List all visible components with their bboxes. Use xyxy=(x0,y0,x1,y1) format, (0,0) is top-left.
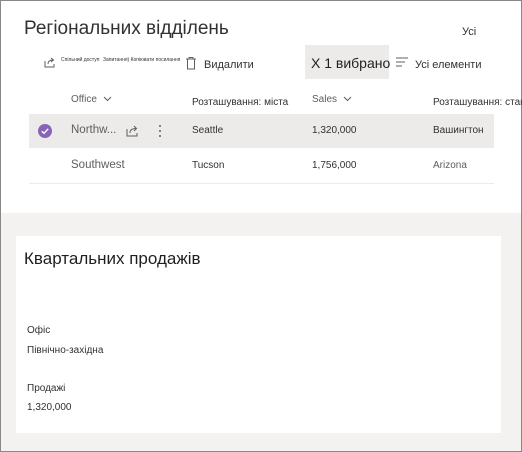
column-header-state[interactable]: Розташування: стан xyxy=(433,97,522,108)
copy-link-button[interactable]: Запитання) Копіювати посилання xyxy=(103,57,180,63)
delete-button[interactable]: Видалити xyxy=(204,59,254,71)
checkmark-circle-icon[interactable] xyxy=(38,124,52,138)
selected-count[interactable]: X 1 вибрано xyxy=(311,55,390,71)
city-cell: Seattle xyxy=(192,125,224,136)
state-cell: Вашингтон xyxy=(433,125,484,136)
list-title[interactable]: Регіональних відділень xyxy=(24,18,229,40)
column-header-sales[interactable]: Sales xyxy=(312,94,352,105)
column-header-office[interactable]: Office xyxy=(71,94,112,105)
trash-icon[interactable] xyxy=(185,56,197,70)
sales-field-value: 1,320,000 xyxy=(27,402,72,413)
table-row[interactable]: Northw... Seattle 1,320,000 Вашингтон xyxy=(29,114,494,148)
table-row[interactable]: Southwest Tucson 1,756,000 Arizona xyxy=(29,149,494,183)
share-icon[interactable] xyxy=(43,56,56,69)
share-icon[interactable] xyxy=(125,124,139,137)
chevron-down-icon xyxy=(103,97,112,102)
command-bar: Спільний доступ Запитання) Копіювати пос… xyxy=(0,45,520,85)
city-cell: Tucson xyxy=(192,160,225,171)
office-cell[interactable]: Northw... xyxy=(71,124,116,136)
column-header-label: Sales xyxy=(312,94,338,105)
office-field-label: Офіс xyxy=(27,325,51,336)
column-header-label: Office xyxy=(71,94,97,105)
column-header-label: Розташування: стан xyxy=(433,97,522,108)
chevron-down-icon xyxy=(343,97,352,102)
office-field-value: Північно-західна xyxy=(27,345,104,356)
view-selector[interactable]: Усі xyxy=(462,26,476,38)
more-options-icon[interactable] xyxy=(158,124,162,138)
form-title: Квартальних продажів xyxy=(24,249,201,268)
row-divider xyxy=(29,183,494,184)
column-header-city[interactable]: Розташування: міста xyxy=(192,97,288,108)
state-cell: Arizona xyxy=(433,160,467,171)
column-header-label: Розташування: міста xyxy=(192,97,289,108)
office-cell[interactable]: Southwest xyxy=(71,159,125,171)
view-options-icon[interactable] xyxy=(396,57,408,67)
sales-cell: 1,320,000 xyxy=(312,125,357,136)
sales-cell: 1,756,000 xyxy=(312,160,357,171)
view-switcher[interactable]: Усі елементи xyxy=(415,59,481,71)
sales-field-label: Продажі xyxy=(27,383,66,394)
share-button[interactable]: Спільний доступ xyxy=(61,57,99,63)
